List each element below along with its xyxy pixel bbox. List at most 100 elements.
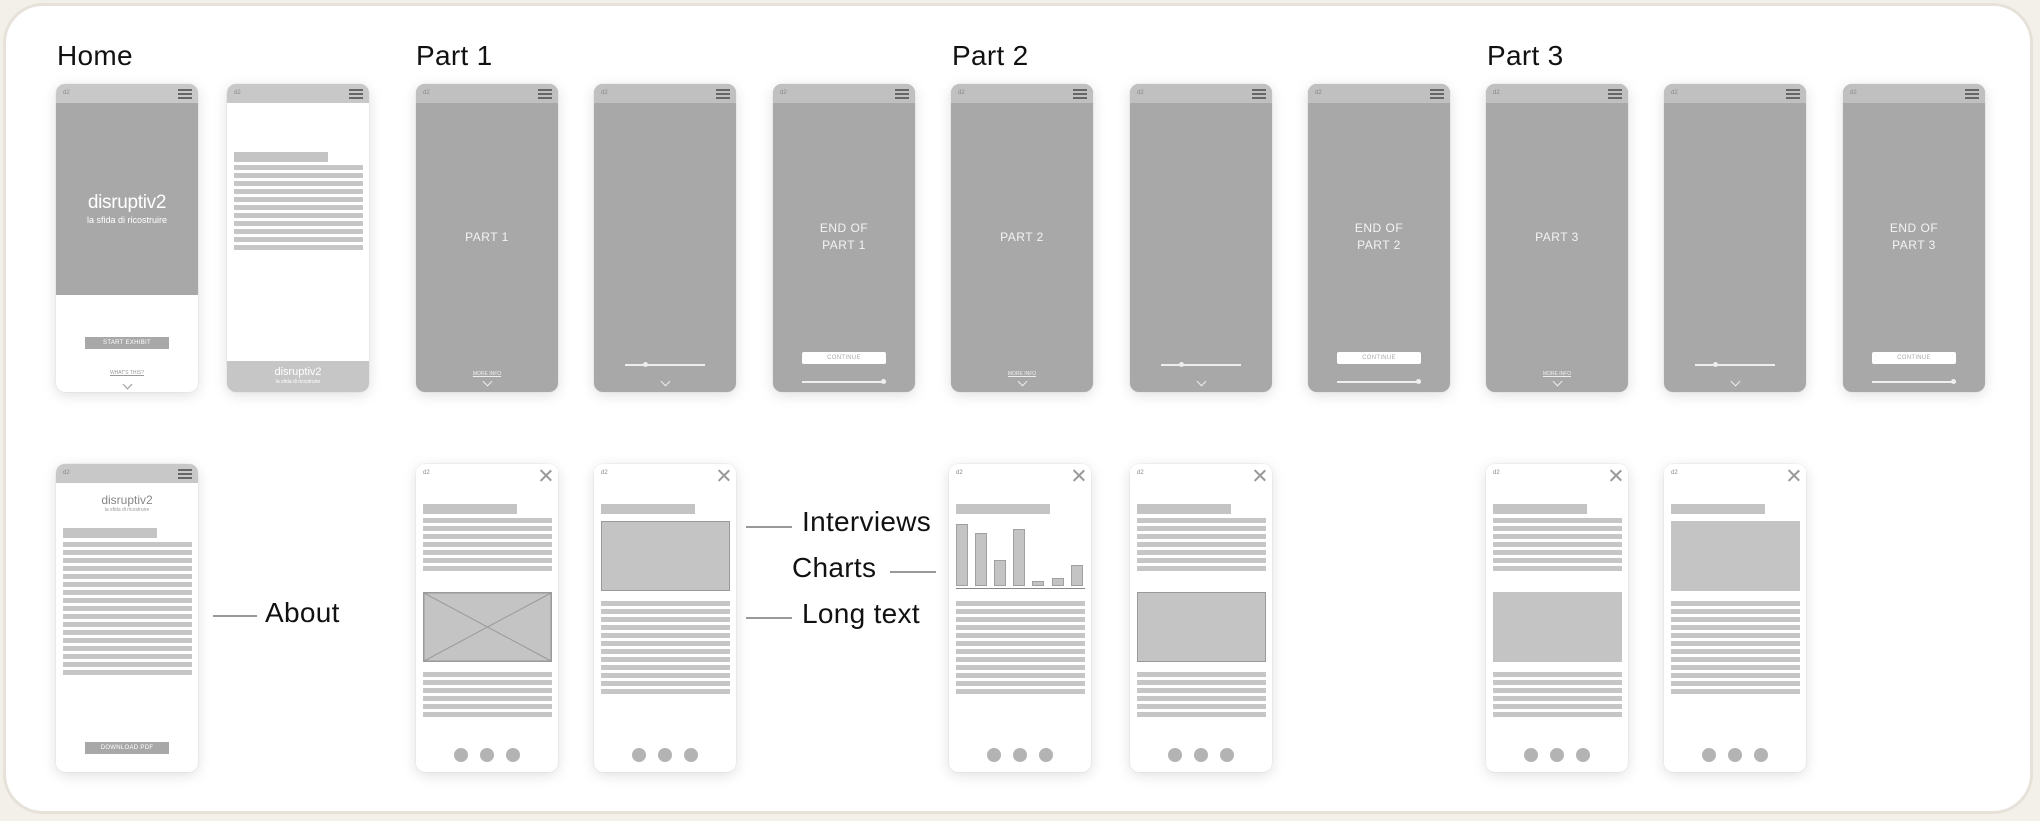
chevron-down-icon[interactable] bbox=[1196, 376, 1207, 387]
progress-slider[interactable] bbox=[802, 379, 886, 384]
slider-knob[interactable] bbox=[1179, 362, 1184, 367]
brand-mark-icon: d2 bbox=[423, 90, 430, 96]
heading-placeholder bbox=[956, 504, 1050, 514]
hamburger-menu-icon[interactable] bbox=[178, 89, 192, 99]
end-of-part3-line1: END OF bbox=[1889, 221, 1939, 235]
pager-dots[interactable] bbox=[1486, 748, 1628, 767]
part1-end-screen: d2 END OF PART 1 CONTINUE bbox=[773, 84, 915, 392]
heading-placeholder bbox=[63, 528, 157, 538]
hamburger-menu-icon[interactable] bbox=[1252, 89, 1266, 99]
chevron-down-icon[interactable] bbox=[660, 376, 671, 387]
close-icon[interactable] bbox=[1788, 469, 1800, 481]
hamburger-menu-icon[interactable] bbox=[895, 89, 909, 99]
part2-detail-chart-screen: d2 bbox=[949, 464, 1091, 772]
progress-slider[interactable] bbox=[1695, 362, 1775, 367]
brand-mark-icon: d2 bbox=[1671, 470, 1678, 476]
chart-bar bbox=[994, 560, 1006, 586]
download-pdf-button[interactable]: DOWNLOAD PDF bbox=[85, 742, 169, 754]
text-placeholder bbox=[1137, 518, 1266, 574]
heading-placeholder bbox=[601, 504, 695, 514]
text-placeholder bbox=[423, 518, 552, 574]
slider-knob[interactable] bbox=[881, 379, 886, 384]
brand-mark-icon: d2 bbox=[1315, 90, 1322, 96]
about-callout: About bbox=[265, 597, 340, 628]
continue-button[interactable]: CONTINUE bbox=[802, 352, 886, 364]
section-label-home: Home bbox=[57, 40, 133, 71]
pager-dot bbox=[480, 748, 494, 762]
chevron-down-icon[interactable] bbox=[1730, 376, 1741, 387]
progress-slider[interactable] bbox=[625, 362, 705, 367]
part2-scroll-screen: d2 bbox=[1130, 84, 1272, 392]
heading-placeholder bbox=[1493, 504, 1587, 514]
hamburger-menu-icon[interactable] bbox=[349, 89, 363, 99]
chevron-down-icon[interactable] bbox=[1552, 376, 1563, 387]
pager-dot bbox=[684, 748, 698, 762]
pager-dots[interactable] bbox=[1664, 748, 1806, 767]
chart-placeholder bbox=[956, 524, 1085, 589]
pager-dots[interactable] bbox=[949, 748, 1091, 767]
brand-mark-icon: d2 bbox=[1137, 90, 1144, 96]
close-icon[interactable] bbox=[540, 469, 552, 481]
continue-button[interactable]: CONTINUE bbox=[1872, 352, 1956, 364]
long-text-callout: Long text bbox=[802, 598, 920, 629]
hamburger-menu-icon[interactable] bbox=[178, 469, 192, 479]
part3-title: PART 3 bbox=[1535, 230, 1579, 244]
pager-dot bbox=[632, 748, 646, 762]
progress-slider[interactable] bbox=[1872, 379, 1956, 384]
pager-dots[interactable] bbox=[594, 748, 736, 767]
part3-scroll-screen: d2 bbox=[1664, 84, 1806, 392]
whats-this-link[interactable]: WHAT'S THIS? bbox=[56, 370, 198, 376]
hamburger-menu-icon[interactable] bbox=[716, 89, 730, 99]
close-icon[interactable] bbox=[1610, 469, 1622, 481]
continue-button[interactable]: CONTINUE bbox=[1337, 352, 1421, 364]
end-of-part3-line2: PART 3 bbox=[1892, 238, 1936, 252]
charts-leader-line bbox=[890, 571, 936, 573]
close-icon[interactable] bbox=[1073, 469, 1085, 481]
progress-slider[interactable] bbox=[1161, 362, 1241, 367]
chart-bar bbox=[1032, 581, 1044, 586]
brand-mark-icon: d2 bbox=[234, 90, 241, 96]
hamburger-menu-icon[interactable] bbox=[1608, 89, 1622, 99]
hamburger-menu-icon[interactable] bbox=[1786, 89, 1800, 99]
chart-bar bbox=[1071, 565, 1083, 586]
pager-dot bbox=[1728, 748, 1742, 762]
chevron-down-icon[interactable] bbox=[1017, 376, 1028, 387]
part1-scroll-screen: d2 bbox=[594, 84, 736, 392]
part2-intro-screen: d2 PART 2 MORE INFO bbox=[951, 84, 1093, 392]
part2-end-screen: d2 END OF PART 2 CONTINUE bbox=[1308, 84, 1450, 392]
brand-mark-icon: d2 bbox=[601, 470, 608, 476]
part1-detail-interview-screen: d2 bbox=[594, 464, 736, 772]
video-placeholder[interactable] bbox=[1137, 592, 1266, 662]
slider-knob[interactable] bbox=[643, 362, 648, 367]
video-placeholder[interactable] bbox=[601, 521, 730, 591]
image-placeholder bbox=[1493, 592, 1622, 662]
about-logo: disruptiv2 bbox=[101, 493, 153, 507]
part2-detail-media-screen: d2 bbox=[1130, 464, 1272, 772]
brand-mark-icon: d2 bbox=[1137, 470, 1144, 476]
progress-slider[interactable] bbox=[1337, 379, 1421, 384]
close-icon[interactable] bbox=[718, 469, 730, 481]
chevron-down-icon[interactable] bbox=[482, 376, 493, 387]
slider-knob[interactable] bbox=[1713, 362, 1718, 367]
hamburger-menu-icon[interactable] bbox=[538, 89, 552, 99]
start-exhibit-button[interactable]: START EXHIBIT bbox=[85, 337, 169, 349]
pager-dots[interactable] bbox=[416, 748, 558, 767]
hamburger-menu-icon[interactable] bbox=[1430, 89, 1444, 99]
pager-dot bbox=[1194, 748, 1208, 762]
close-icon[interactable] bbox=[1254, 469, 1266, 481]
hamburger-menu-icon[interactable] bbox=[1073, 89, 1087, 99]
brand-mark-icon: d2 bbox=[958, 90, 965, 96]
chevron-down-icon[interactable] bbox=[122, 379, 133, 390]
slider-knob[interactable] bbox=[1416, 379, 1421, 384]
hamburger-menu-icon[interactable] bbox=[1965, 89, 1979, 99]
chart-axis bbox=[956, 587, 1085, 589]
heading-placeholder bbox=[1137, 504, 1231, 514]
pager-dot bbox=[658, 748, 672, 762]
pager-dot bbox=[454, 748, 468, 762]
slider-knob[interactable] bbox=[1951, 379, 1956, 384]
pager-dot bbox=[1754, 748, 1768, 762]
brand-mark-icon: d2 bbox=[63, 470, 70, 476]
about-screen: d2 disruptiv2 la sfida di ricostruire DO… bbox=[56, 464, 198, 772]
heading-placeholder bbox=[234, 152, 328, 162]
pager-dots[interactable] bbox=[1130, 748, 1272, 767]
